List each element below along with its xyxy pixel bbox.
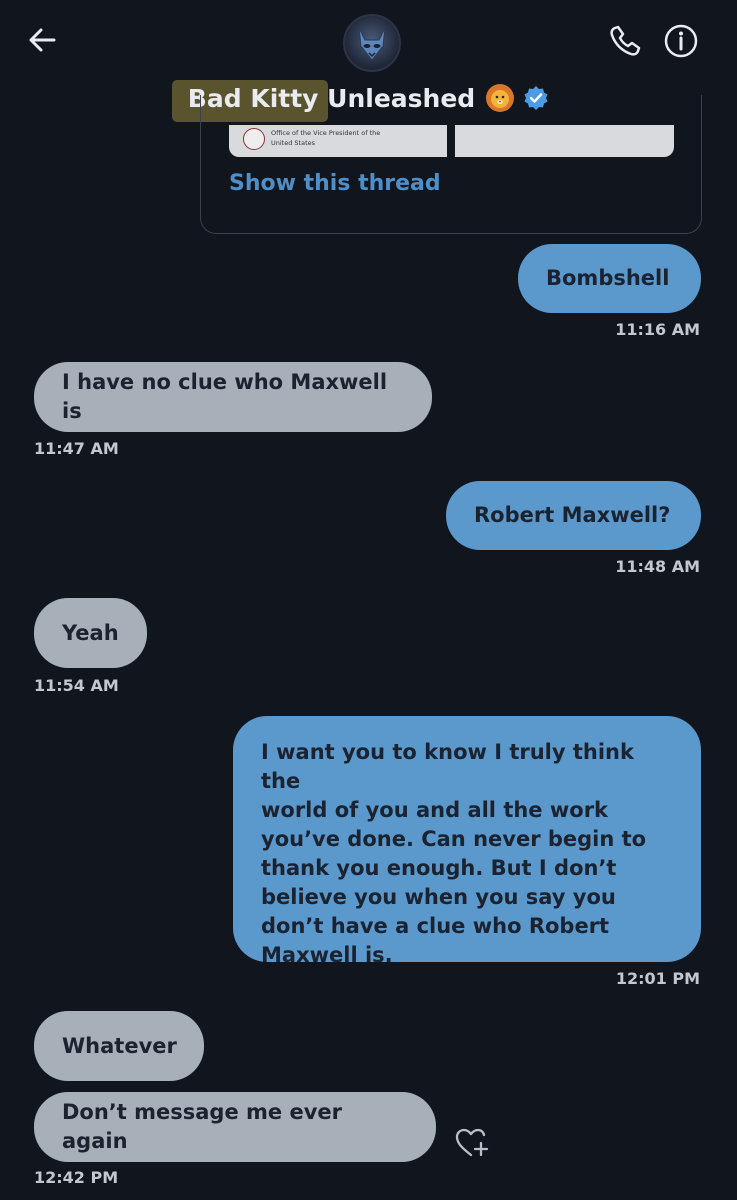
message-timestamp: 11:48 AM	[615, 557, 700, 576]
post-image-caption: Office of the Vice President of the Unit…	[271, 128, 441, 148]
info-icon[interactable]	[662, 22, 700, 60]
add-reaction-heart-icon[interactable]	[454, 1126, 490, 1160]
back-arrow-icon[interactable]	[24, 22, 60, 58]
vp-seal-icon	[243, 128, 265, 150]
message-bubble-sent[interactable]: Robert Maxwell?	[446, 481, 701, 550]
message-timestamp: 11:47 AM	[34, 439, 119, 458]
message-line: you’ve done. Can never begin to	[261, 827, 647, 851]
image-divider	[447, 125, 455, 157]
message-line: believe you when you say you	[261, 885, 616, 909]
message-bubble-received[interactable]: Don’t message me ever again	[34, 1092, 436, 1162]
message-timestamp: 12:01 PM	[615, 969, 700, 988]
message-line: Maxwell is.	[261, 943, 393, 967]
avatar[interactable]	[343, 14, 401, 72]
message-line: thank you enough. But I don’t	[261, 856, 617, 880]
message-timestamp: 12:42 PM	[34, 1168, 119, 1187]
post-image-preview[interactable]: Office of the Vice President of the Unit…	[229, 125, 674, 157]
message-bubble-sent[interactable]: I want you to know I truly think the wor…	[233, 716, 701, 967]
message-line: don’t have a clue who Robert	[261, 914, 610, 938]
message-line: I want you to know I truly think the	[261, 740, 634, 793]
message-timestamp: 11:16 AM	[615, 320, 700, 339]
message-bubble-received[interactable]: I have no clue who Maxwell is	[34, 362, 432, 432]
phone-icon[interactable]	[606, 22, 644, 60]
cat-mask-avatar-icon	[358, 27, 386, 61]
message-bubble-received[interactable]: Whatever	[34, 1011, 204, 1081]
message-bubble-sent[interactable]: Bombshell	[518, 244, 701, 313]
caption-line-2: United States	[271, 139, 316, 147]
show-thread-link[interactable]: Show this thread	[229, 171, 441, 196]
message-timestamp: 11:54 AM	[34, 676, 119, 695]
message-line: world of you and all the work	[261, 798, 609, 822]
shared-post-card[interactable]: Office of the Vice President of the Unit…	[200, 95, 702, 234]
message-bubble-received[interactable]: Yeah	[34, 598, 147, 668]
caption-line-1: Office of the Vice President of the	[271, 129, 381, 137]
